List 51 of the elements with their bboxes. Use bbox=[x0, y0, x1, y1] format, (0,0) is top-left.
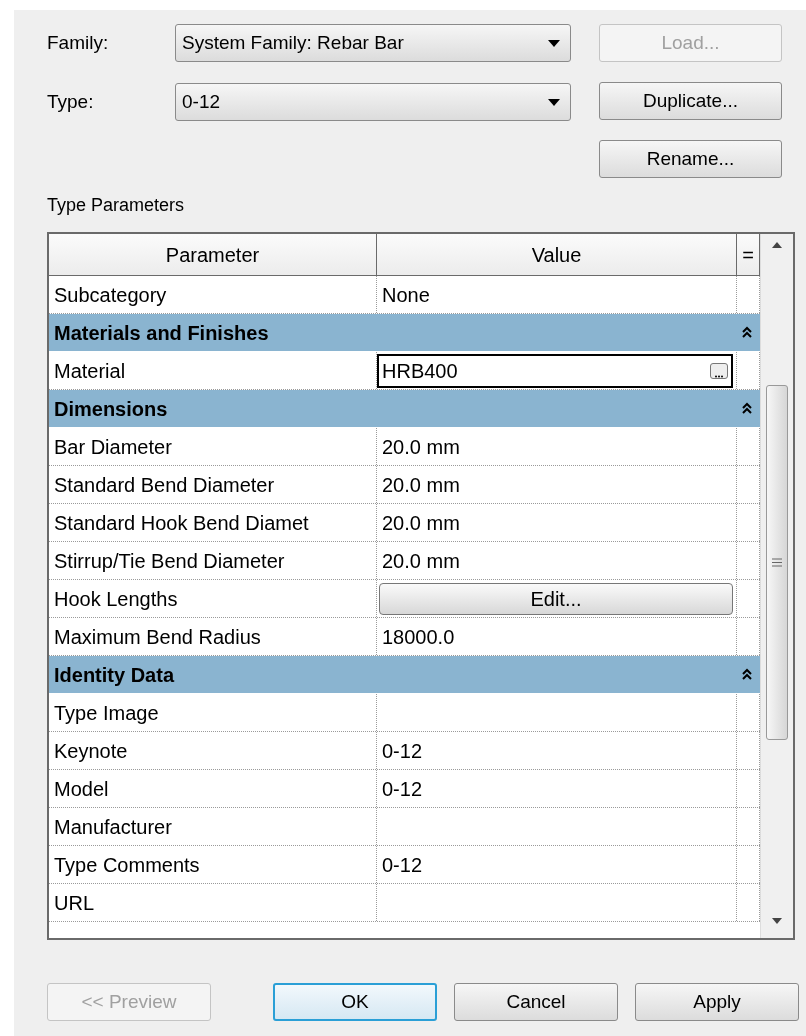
field-label: Family: bbox=[47, 30, 110, 55]
parameter-name: Maximum Bend Radius bbox=[54, 624, 261, 650]
column-header[interactable]: Value bbox=[377, 234, 737, 275]
parameter-value: 18000.0 bbox=[381, 624, 455, 650]
section-title: Type Parameters bbox=[47, 194, 185, 217]
parameter-name: Keynote bbox=[54, 738, 128, 764]
parameter-name: Manufacturer bbox=[54, 814, 172, 840]
parameter-value: 20.0 mm bbox=[381, 434, 460, 460]
parameter-name: Subcategory bbox=[54, 282, 167, 308]
dialog-button[interactable]: Duplicate... bbox=[599, 82, 782, 120]
group-header[interactable]: Identity Data bbox=[49, 656, 760, 694]
parameter-value: 0-12 bbox=[381, 852, 423, 878]
parameter-name: Model bbox=[54, 776, 109, 802]
column-header[interactable]: Parameter bbox=[49, 234, 377, 275]
parameter-name: Type Comments bbox=[54, 852, 200, 878]
parameter-name: Bar Diameter bbox=[54, 434, 172, 460]
edit-button[interactable]: Edit... bbox=[379, 582, 733, 615]
collapse-icon[interactable] bbox=[742, 326, 752, 339]
parameter-value: 0-12 bbox=[381, 738, 423, 764]
group-header[interactable]: Dimensions bbox=[49, 390, 760, 428]
parameter-name: Hook Lengths bbox=[54, 586, 178, 612]
parameter-name: Stirrup/Tie Bend Diameter bbox=[54, 548, 285, 574]
dropdown-arrow-icon bbox=[548, 39, 560, 47]
type-dropdown[interactable]: 0-12 bbox=[175, 83, 571, 121]
parameter-value: 20.0 mm bbox=[381, 548, 460, 574]
dialog-button[interactable]: OK bbox=[273, 983, 437, 1021]
field-label: Type: bbox=[47, 89, 95, 114]
parameter-name: Material bbox=[54, 358, 126, 384]
parameter-name: Standard Hook Bend Diamet bbox=[54, 510, 309, 536]
parameter-value: None bbox=[381, 282, 430, 308]
dialog-button[interactable]: Cancel bbox=[454, 983, 618, 1021]
group-header[interactable]: Materials and Finishes bbox=[49, 314, 760, 352]
parameter-name: Type Image bbox=[54, 700, 159, 726]
parameter-name: Standard Bend Diameter bbox=[54, 472, 275, 498]
scrollbar[interactable] bbox=[760, 234, 793, 938]
scroll-down-icon[interactable] bbox=[772, 918, 782, 924]
family-dropdown[interactable]: System Family: Rebar Bar bbox=[175, 24, 571, 62]
browse-icon[interactable] bbox=[710, 362, 728, 379]
collapse-icon[interactable] bbox=[742, 402, 752, 415]
parameter-value: 20.0 mm bbox=[381, 510, 460, 536]
dialog-button[interactable]: Rename... bbox=[599, 140, 782, 178]
material-field[interactable]: HRB400 bbox=[377, 353, 733, 388]
collapse-icon[interactable] bbox=[742, 668, 752, 681]
grip-icon bbox=[772, 558, 782, 567]
dropdown-arrow-icon bbox=[548, 98, 560, 106]
scroll-thumb[interactable] bbox=[766, 385, 788, 740]
parameter-value: 20.0 mm bbox=[381, 472, 460, 498]
scroll-up-icon[interactable] bbox=[772, 242, 782, 248]
parameter-name: URL bbox=[54, 890, 94, 916]
dialog-button[interactable]: Apply bbox=[635, 983, 799, 1021]
parameter-value: 0-12 bbox=[381, 776, 423, 802]
